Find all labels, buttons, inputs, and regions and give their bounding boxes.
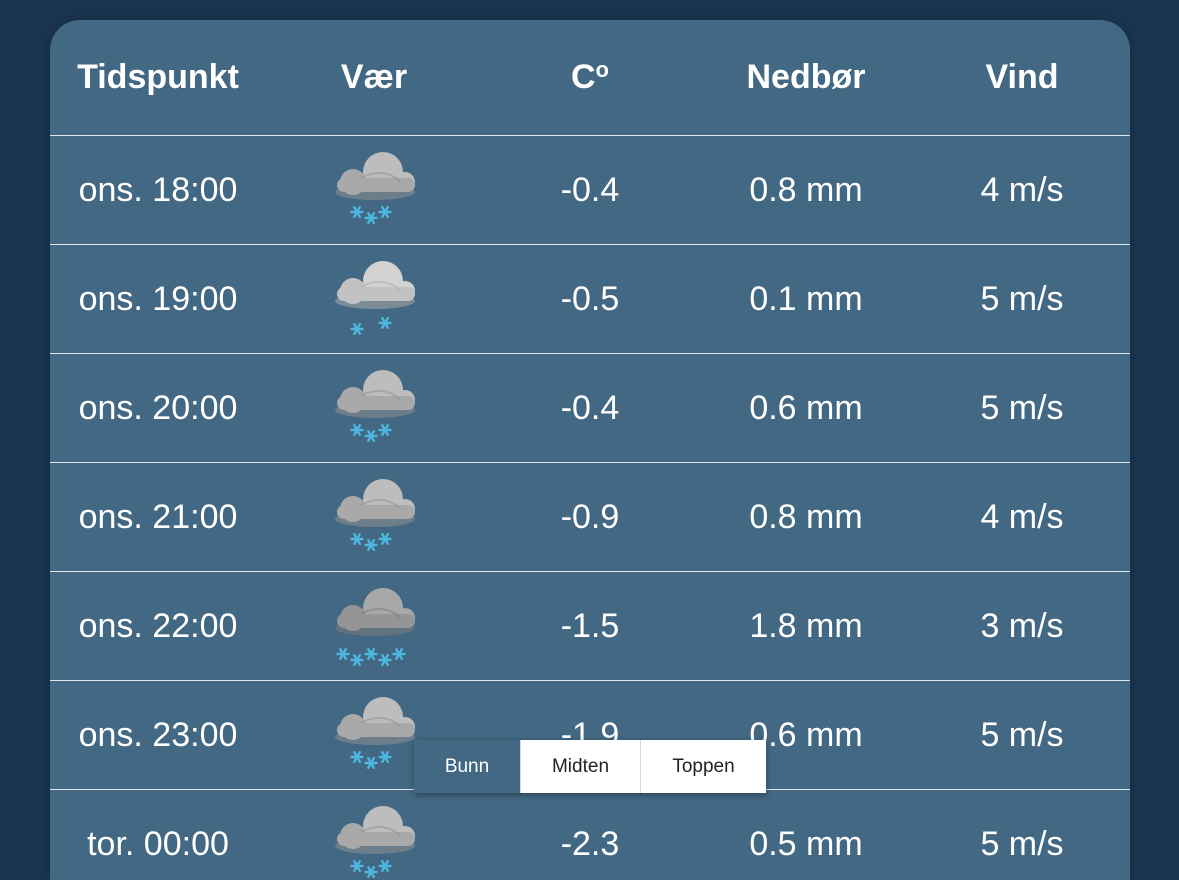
weather-icon-wrap xyxy=(331,584,417,668)
cloud-heavy-snow-icon xyxy=(335,588,415,667)
cloud-snow-icon xyxy=(335,806,415,879)
weather-icon-wrap xyxy=(331,257,417,341)
table-row: tor. 00:00 -2.3 0.5 mm 5 m/s xyxy=(50,789,1130,880)
row-time: ons. 23:00 xyxy=(78,715,238,754)
cloud-snow-icon xyxy=(335,697,415,770)
row-temperature: -1.5 xyxy=(560,606,620,645)
row-precipitation: 0.5 mm xyxy=(749,824,863,863)
row-wind: 4 m/s xyxy=(980,497,1064,536)
table-row: ons. 22:00 -1.5 1.8 mm 3 m/s xyxy=(50,571,1130,680)
row-time: ons. 19:00 xyxy=(78,279,238,318)
header-temperature: Co xyxy=(482,20,698,135)
row-weather xyxy=(266,245,482,353)
scroll-top-button[interactable]: Toppen xyxy=(640,740,766,793)
weather-icon-wrap xyxy=(331,366,417,450)
weather-icon-wrap xyxy=(331,148,417,232)
row-weather xyxy=(266,354,482,462)
row-wind: 5 m/s xyxy=(980,279,1064,318)
row-temperature: -0.4 xyxy=(560,170,620,209)
weather-icon-wrap xyxy=(331,802,417,880)
row-wind: 5 m/s xyxy=(980,715,1064,754)
scroll-position-toggle: Bunn Midten Toppen xyxy=(414,740,766,793)
table-row: ons. 20:00 -0.4 0.6 mm 5 m/s xyxy=(50,353,1130,462)
row-temperature: -0.4 xyxy=(560,388,620,427)
row-time: ons. 21:00 xyxy=(78,497,238,536)
weather-icon-wrap xyxy=(331,693,417,777)
scroll-middle-button[interactable]: Midten xyxy=(520,740,640,793)
cloud-snow-icon xyxy=(335,370,415,443)
header-temperature-unit: C xyxy=(570,58,596,96)
row-precipitation: 0.1 mm xyxy=(749,279,863,318)
row-precipitation: 1.8 mm xyxy=(749,606,863,645)
table-row: ons. 18:00 -0.4 0.8 mm 4 m/s xyxy=(50,135,1130,244)
row-wind: 3 m/s xyxy=(980,606,1064,645)
table-row: ons. 19:00 -0.5 0.1 mm 5 m/s xyxy=(50,244,1130,353)
row-wind: 5 m/s xyxy=(980,388,1064,427)
row-weather xyxy=(266,790,482,880)
cloud-light-snow-icon xyxy=(335,261,415,336)
row-time: ons. 22:00 xyxy=(78,606,238,645)
table-row: ons. 21:00 -0.9 0.8 mm 4 m/s xyxy=(50,462,1130,571)
row-temperature: -0.5 xyxy=(560,279,620,318)
row-wind: 5 m/s xyxy=(980,824,1064,863)
row-weather xyxy=(266,463,482,571)
row-time: tor. 00:00 xyxy=(87,824,229,863)
header-time: Tidspunkt xyxy=(77,58,239,96)
row-temperature: -2.3 xyxy=(560,824,620,863)
cloud-snow-icon xyxy=(335,479,415,552)
header-precipitation: Nedbør xyxy=(746,58,866,96)
table-header-row: Tidspunkt Vær Co Nedbør Vind xyxy=(50,20,1130,135)
row-weather xyxy=(266,572,482,680)
row-precipitation: 0.8 mm xyxy=(749,170,863,209)
row-time: ons. 20:00 xyxy=(78,388,238,427)
row-precipitation: 0.8 mm xyxy=(749,497,863,536)
row-temperature: -0.9 xyxy=(560,497,620,536)
row-precipitation: 0.6 mm xyxy=(749,388,863,427)
scroll-bottom-button[interactable]: Bunn xyxy=(414,740,520,793)
header-temperature-degree: o xyxy=(595,56,609,82)
header-wind: Vind xyxy=(985,58,1059,96)
row-weather xyxy=(266,136,482,244)
row-wind: 4 m/s xyxy=(980,170,1064,209)
cloud-snow-icon xyxy=(335,152,415,225)
header-weather: Vær xyxy=(340,58,408,96)
row-time: ons. 18:00 xyxy=(78,170,238,209)
weather-icon-wrap xyxy=(331,475,417,559)
